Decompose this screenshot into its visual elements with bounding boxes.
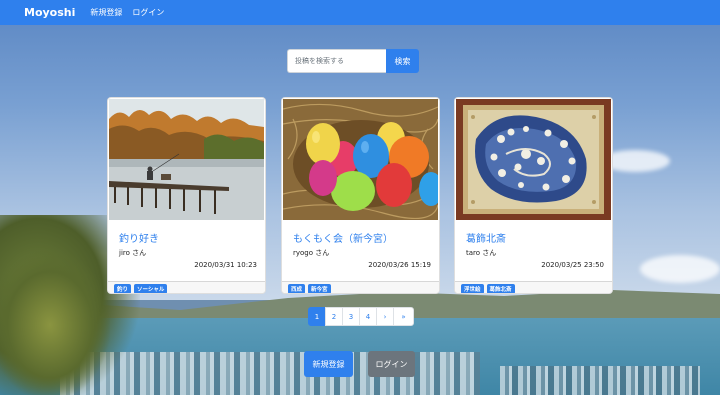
tag-badge[interactable]: 西成 [288, 283, 306, 293]
page-4-button[interactable]: 4 [359, 307, 377, 326]
nav-link-signup[interactable]: 新規登録 [90, 7, 122, 18]
last-page-button[interactable]: » [393, 307, 414, 326]
signup-button[interactable]: 新規登録 [304, 351, 353, 377]
card-title[interactable]: もくもく会（新今宮） [293, 230, 393, 245]
search-button[interactable]: 検索 [386, 49, 419, 73]
login-button[interactable]: ログイン [368, 351, 415, 377]
card-tags: 西成 新今宮 [282, 281, 439, 293]
card-author: ryogo さん [293, 249, 330, 257]
post-card[interactable]: 釣り好き jiro さん 2020/03/31 10:23 釣り ソーシャル [107, 97, 266, 294]
cloud [640, 255, 720, 283]
search-input[interactable] [287, 49, 386, 73]
tag-badge[interactable]: ソーシャル [134, 283, 168, 293]
next-page-button[interactable]: › [376, 307, 394, 326]
tag-badge[interactable]: 葛飾北斎 [486, 283, 515, 293]
brand-logo[interactable]: Moyoshi [24, 6, 75, 19]
card-date: 2020/03/26 15:19 [368, 261, 431, 269]
card-title[interactable]: 葛飾北斎 [466, 230, 506, 245]
marina [500, 366, 700, 395]
tag-badge[interactable]: 釣り [114, 283, 132, 293]
card-date: 2020/03/25 23:50 [541, 261, 604, 269]
card-image-lake-pier[interactable] [109, 99, 264, 220]
navbar: Moyoshi 新規登録 ログイン [0, 0, 720, 25]
page-1-button[interactable]: 1 [308, 307, 326, 326]
tree [0, 250, 110, 395]
tag-badge[interactable]: 新今宮 [308, 283, 331, 293]
search-form: 検索 [287, 49, 419, 73]
page-3-button[interactable]: 3 [342, 307, 360, 326]
card-image-easter-eggs[interactable] [283, 99, 438, 220]
tag-badge[interactable]: 浮世絵 [461, 283, 484, 293]
post-card[interactable]: もくもく会（新今宮） ryogo さん 2020/03/26 15:19 西成 … [281, 97, 440, 294]
card-author: jiro さん [119, 249, 147, 257]
card-date: 2020/03/31 10:23 [194, 261, 257, 269]
card-author: taro さん [466, 249, 497, 257]
page-2-button[interactable]: 2 [325, 307, 343, 326]
nav-link-login[interactable]: ログイン [132, 7, 164, 18]
pagination: 1 2 3 4 › » [308, 307, 414, 326]
card-tags: 釣り ソーシャル [108, 281, 265, 293]
card-title[interactable]: 釣り好き [119, 230, 159, 245]
post-card[interactable]: 葛飾北斎 taro さん 2020/03/25 23:50 浮世絵 葛飾北斎 [454, 97, 613, 294]
card-image-ukiyoe[interactable] [456, 99, 611, 220]
card-tags: 浮世絵 葛飾北斎 [455, 281, 612, 293]
